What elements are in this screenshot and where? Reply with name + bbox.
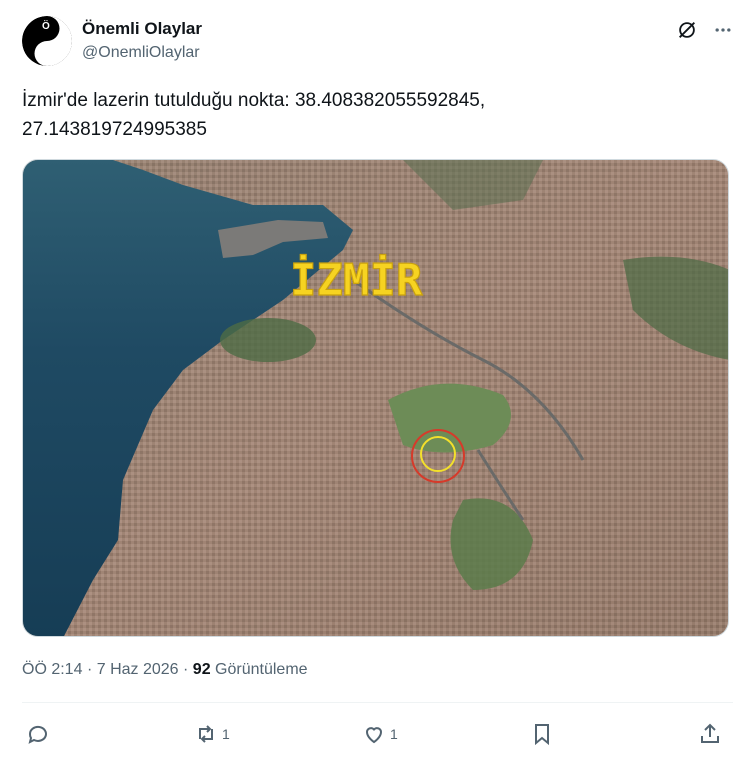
views-label: Görüntüleme	[215, 661, 308, 678]
tweet-text-line-1: İzmir'de lazerin tutulduğu nokta: 38.408…	[22, 90, 486, 111]
top-actions	[675, 18, 735, 42]
heart-icon	[365, 727, 383, 744]
author-names: Önemli Olaylar @OnemliOlaylar	[82, 18, 202, 64]
retweet-icon	[199, 725, 213, 743]
map-overlay-label: İZMİR	[290, 253, 423, 306]
tweet-media-image[interactable]: İZMİR	[22, 159, 729, 637]
reply-button[interactable]	[26, 718, 54, 750]
bookmark-button[interactable]	[530, 718, 554, 750]
grok-icon[interactable]	[675, 18, 699, 42]
share-icon	[701, 723, 719, 743]
tweet-meta: ÖÖ 2:14 · 7 Haz 2026 · 92 Görüntüleme	[22, 658, 308, 682]
avatar-letter: Ö	[42, 21, 50, 32]
share-button[interactable]	[698, 718, 722, 750]
retweet-button[interactable]: 1	[194, 718, 230, 750]
meta-separator: ·	[183, 661, 189, 678]
divider	[22, 702, 733, 703]
tweet-date[interactable]: 7 Haz 2026	[97, 661, 179, 678]
author-display-name[interactable]: Önemli Olaylar	[82, 18, 202, 40]
views-count: 92	[192, 661, 211, 678]
like-button[interactable]: 1	[362, 718, 398, 750]
tweet-text-line-2: 27.143819724995385	[22, 119, 207, 140]
tweet-text: İzmir'de lazerin tutulduğu nokta: 38.408…	[22, 86, 722, 144]
satellite-map-image: İZMİR	[23, 160, 728, 636]
like-count: 1	[390, 726, 398, 742]
retweet-count: 1	[222, 726, 230, 742]
tweet-time[interactable]: ÖÖ 2:14	[22, 661, 82, 678]
bookmark-icon	[535, 724, 549, 746]
tweet-header: Ö Önemli Olaylar @OnemliOlaylar	[22, 16, 735, 68]
author-handle[interactable]: @OnemliOlaylar	[82, 42, 202, 64]
reply-icon	[28, 725, 47, 744]
more-options-icon[interactable]	[711, 18, 735, 42]
meta-separator: ·	[86, 661, 93, 678]
avatar[interactable]: Ö	[22, 16, 72, 66]
action-bar: 1 1	[22, 718, 733, 750]
